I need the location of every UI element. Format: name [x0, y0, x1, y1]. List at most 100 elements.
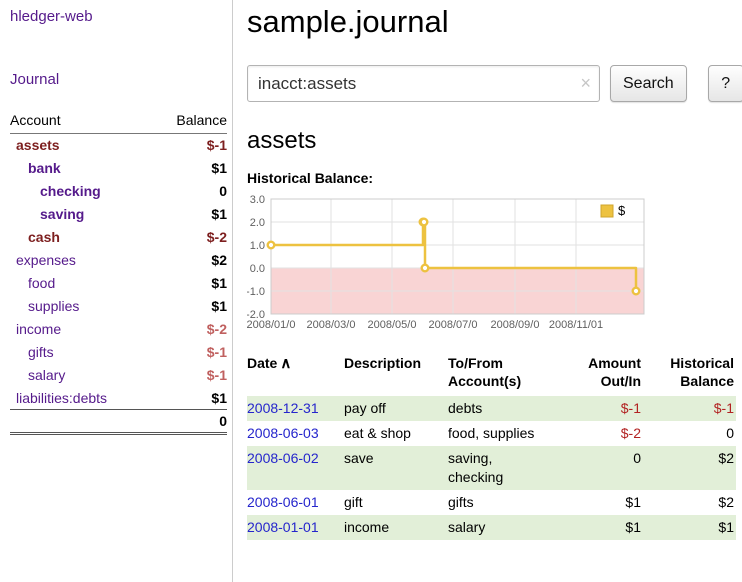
main-content: sample.journal × Search ? assets Histori…: [233, 0, 742, 582]
clear-search-icon[interactable]: ×: [580, 72, 591, 94]
account-link[interactable]: salary: [28, 367, 65, 383]
account-name-cell: saving: [10, 203, 153, 226]
account-balance: $-2: [153, 318, 227, 341]
account-name-cell: income: [10, 318, 153, 341]
accounts-col-balance: Balance: [153, 112, 227, 134]
app-title-link[interactable]: hledger-web: [10, 8, 227, 25]
account-row: supplies$1: [10, 295, 227, 318]
accounts-col-account: Account: [10, 112, 153, 134]
chart-legend-label: $: [618, 203, 626, 218]
transaction-accounts: gifts: [448, 490, 560, 515]
transaction-amount: $1: [560, 490, 641, 515]
chart-point: [421, 219, 428, 226]
transaction-description: save: [344, 446, 448, 490]
transaction-date-cell: 2008-06-02: [247, 446, 344, 490]
chart-x-tick-label: 2008/01/0: [247, 319, 295, 331]
account-link[interactable]: checking: [40, 183, 101, 199]
account-balance: $-1: [153, 364, 227, 387]
transaction-date-link[interactable]: 2008-06-02: [247, 450, 319, 466]
transaction-balance: 0: [641, 421, 736, 446]
account-link[interactable]: bank: [28, 160, 61, 176]
account-link[interactable]: gifts: [28, 344, 54, 360]
account-link[interactable]: food: [28, 275, 55, 291]
account-link[interactable]: liabilities:debts: [16, 390, 107, 406]
chart-point: [422, 265, 429, 272]
accounts-header-line1: To/From: [448, 355, 503, 371]
chart-point: [633, 288, 640, 295]
amount-header-line2: Out/In: [601, 373, 641, 389]
transaction-description: eat & shop: [344, 421, 448, 446]
chart-y-tick-label: 3.0: [250, 194, 265, 206]
account-name-cell: expenses: [10, 249, 153, 272]
account-balance: $1: [153, 203, 227, 226]
account-balance: $-1: [153, 134, 227, 157]
transaction-date-link[interactable]: 2008-06-01: [247, 494, 319, 510]
transaction-balance: $1: [641, 515, 736, 540]
transaction-date-link[interactable]: 2008-12-31: [247, 400, 319, 416]
transaction-date-link[interactable]: 2008-01-01: [247, 519, 319, 535]
balance-chart-svg: 3.02.01.00.0-1.0-2.02008/01/02008/03/020…: [247, 192, 651, 334]
date-header-label: Date: [247, 355, 277, 371]
account-name-cell: food: [10, 272, 153, 295]
chart-y-tick-label: 1.0: [250, 240, 265, 252]
account-name-cell: bank: [10, 157, 153, 180]
search-input[interactable]: [247, 65, 600, 102]
register-row: 2008-12-31pay offdebts$-1$-1: [247, 396, 736, 421]
accounts-header-row: Account Balance: [10, 112, 227, 134]
transaction-amount: $-2: [560, 421, 641, 446]
transaction-date-cell: 2008-06-01: [247, 490, 344, 515]
transaction-balance: $2: [641, 490, 736, 515]
transaction-amount: $1: [560, 515, 641, 540]
account-link[interactable]: cash: [28, 229, 60, 245]
register-row: 2008-06-03 eat & shopfood, supplies$-20: [247, 421, 736, 446]
app-root: hledger-web Journal Account Balance asse…: [0, 0, 742, 582]
accounts-table-body: assets$-1bank$1checking0saving$1cash$-2e…: [10, 134, 227, 410]
transaction-amount: $-1: [560, 396, 641, 421]
sidebar-item-journal[interactable]: Journal: [10, 71, 227, 88]
account-link[interactable]: expenses: [16, 252, 76, 268]
accounts-total-row: 0: [10, 410, 227, 434]
account-row: checking0: [10, 180, 227, 203]
chart-y-tick-label: 0.0: [250, 263, 265, 275]
amount-header-line1: Amount: [588, 355, 641, 371]
account-link[interactable]: saving: [40, 206, 84, 222]
transaction-amount: 0: [560, 446, 641, 490]
transaction-date-link[interactable]: 2008-06-03: [247, 425, 319, 441]
account-row: food $1: [10, 272, 227, 295]
chart-x-tick-label: 2008/03/0: [307, 319, 356, 331]
transaction-accounts: debts: [448, 396, 560, 421]
transaction-description: income: [344, 515, 448, 540]
account-row: bank$1: [10, 157, 227, 180]
account-link[interactable]: supplies: [28, 298, 79, 314]
transaction-accounts: salary: [448, 515, 560, 540]
sidebar: hledger-web Journal Account Balance asse…: [0, 0, 233, 582]
register-header-row: Date∧ Description To/From Account(s) Amo…: [247, 354, 736, 396]
transaction-balance: $2: [641, 446, 736, 490]
transaction-balance: $-1: [641, 396, 736, 421]
transaction-description: pay off: [344, 396, 448, 421]
chart-x-tick-label: 2008/07/0: [429, 319, 478, 331]
accounts-total-value: 0: [153, 410, 227, 434]
account-link[interactable]: income: [16, 321, 61, 337]
register-header-date[interactable]: Date∧: [247, 354, 344, 396]
account-name-cell: gifts: [10, 341, 153, 364]
accounts-header-line2: Account(s): [448, 373, 521, 389]
transaction-date-cell: 2008-12-31: [247, 396, 344, 421]
account-name-cell: liabilities:debts: [10, 387, 153, 410]
transaction-accounts: food, supplies: [448, 421, 560, 446]
account-row: liabilities:debts$1: [10, 387, 227, 410]
accounts-total-spacer: [10, 410, 153, 434]
register-table-body: 2008-12-31pay offdebts$-1$-12008-06-03ea…: [247, 396, 736, 540]
account-heading: assets: [247, 127, 742, 155]
account-balance: $1: [153, 272, 227, 295]
search-button[interactable]: Search: [610, 65, 687, 102]
chart-y-tick-label: -1.0: [247, 286, 265, 298]
help-button[interactable]: ?: [708, 65, 742, 102]
register-row: 2008-06-01giftgifts$1$2: [247, 490, 736, 515]
page-title: sample.journal: [247, 4, 742, 40]
chart-y-tick-label: 2.0: [250, 217, 265, 229]
transaction-date-cell: 2008-06-03: [247, 421, 344, 446]
account-link[interactable]: assets: [16, 137, 60, 153]
account-balance: $2: [153, 249, 227, 272]
account-name-cell: supplies: [10, 295, 153, 318]
